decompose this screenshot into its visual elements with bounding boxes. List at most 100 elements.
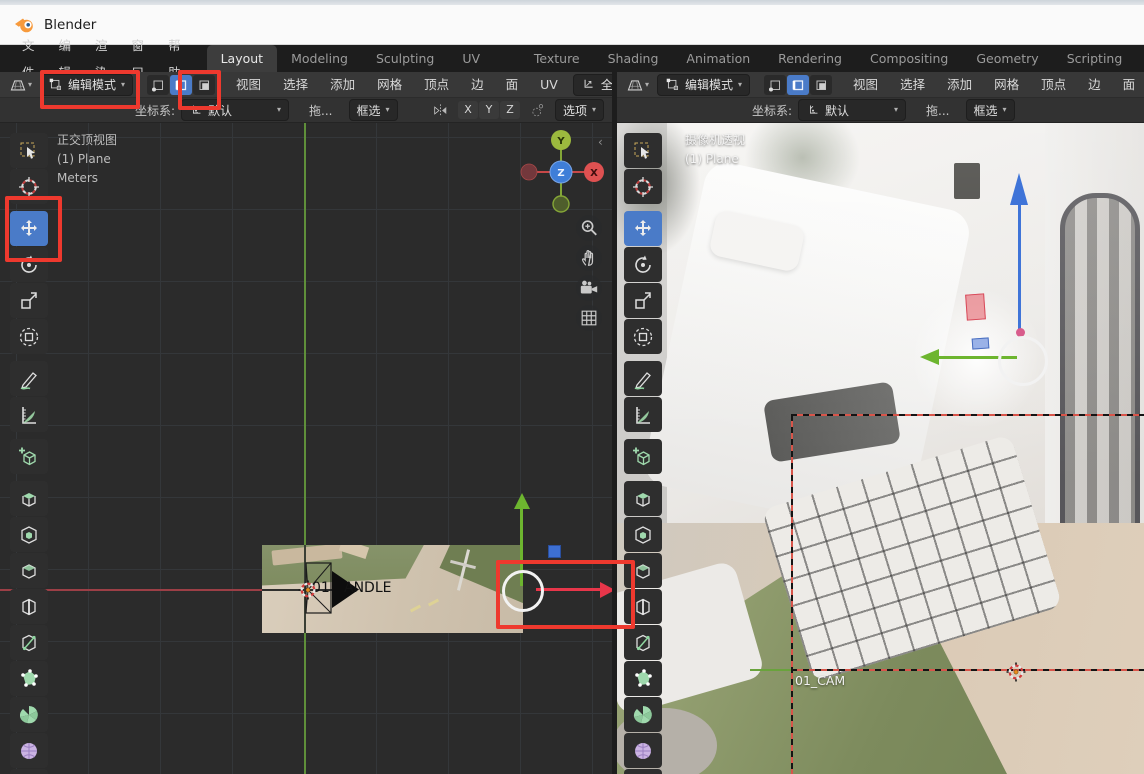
tool-loop-cut-button[interactable] [10, 589, 48, 624]
tool-move-button[interactable] [624, 211, 662, 246]
viewport-menu[interactable]: 网格 [983, 72, 1030, 98]
workspace-tab[interactable]: Animation [672, 45, 764, 72]
tool-inset-faces-button[interactable] [624, 517, 662, 552]
mirror-button[interactable] [429, 100, 452, 121]
editor-type-button[interactable]: ▾ [623, 74, 652, 96]
viewport-menu[interactable]: 边 [1077, 72, 1112, 98]
box-select-dropdown[interactable]: 框选 ▾ [966, 99, 1015, 121]
edge-select-button[interactable] [170, 75, 192, 95]
coord-system-dropdown[interactable]: 默认 ▾ [181, 99, 289, 121]
tool-transform-button[interactable] [10, 319, 48, 354]
move-gizmo-x-axis[interactable] [536, 588, 602, 591]
tool-add-cube-button[interactable] [624, 439, 662, 474]
workspace-tab[interactable]: Layout [207, 45, 278, 72]
edit-mode-dropdown[interactable]: 编辑模式 ▾ [40, 74, 133, 96]
viewport-menu[interactable]: 边 [460, 72, 495, 98]
viewport-menu[interactable]: 添加 [936, 72, 983, 98]
tool-select-box-button[interactable] [624, 133, 662, 168]
tool-extrude-region-button[interactable] [10, 481, 48, 516]
tool-spin-button[interactable] [624, 697, 662, 732]
navigation-gizmo[interactable]: Y X Z [516, 127, 606, 217]
viewport-menu[interactable]: UV [529, 72, 569, 98]
viewport-menu[interactable]: 顶点 [1030, 72, 1077, 98]
tool-annotate-button[interactable] [10, 361, 48, 396]
axis-toggle[interactable]: X [458, 101, 478, 119]
tool-edge-slide-button[interactable] [624, 769, 662, 774]
move-gizmo-y-arrowhead[interactable] [920, 349, 939, 365]
tool-rotate-button[interactable] [624, 247, 662, 282]
tool-annotate-button[interactable] [624, 361, 662, 396]
move-gizmo-y-arrowhead[interactable] [514, 493, 530, 509]
viewport-menu[interactable]: 添加 [319, 72, 366, 98]
axis-neg-x-ball[interactable] [521, 164, 537, 180]
tool-scale-button[interactable] [10, 283, 48, 318]
move-gizmo-center-circle[interactable] [502, 570, 544, 612]
grid-ortho-button[interactable] [576, 305, 602, 331]
camera-view-button[interactable] [576, 275, 602, 301]
move-gizmo-z-axis[interactable] [1018, 203, 1021, 336]
box-select-dropdown[interactable]: 框选 ▾ [349, 99, 398, 121]
pan-button[interactable] [576, 245, 602, 271]
options-dropdown[interactable]: 选项 ▾ [555, 99, 604, 121]
tool-edge-slide-button[interactable] [10, 769, 48, 774]
transform-orientation-dropdown[interactable]: 全局 ▾ [573, 74, 612, 96]
coord-system-dropdown[interactable]: 默认 ▾ [798, 99, 906, 121]
tool-measure-button[interactable] [624, 397, 662, 432]
move-gizmo-x-arrowhead[interactable] [600, 582, 612, 598]
tool-cursor-button[interactable] [10, 169, 48, 204]
sidebar-collapse-arrow[interactable]: ‹ [598, 135, 603, 149]
tool-smooth-button[interactable] [10, 733, 48, 768]
axis-toggle[interactable]: Y [479, 101, 499, 119]
proportional-edit-button[interactable] [526, 100, 549, 121]
tool-smooth-button[interactable] [624, 733, 662, 768]
workspace-tab[interactable]: Shading [594, 45, 673, 72]
move-gizmo-plane-handle-blue[interactable] [972, 337, 990, 349]
tool-inset-faces-button[interactable] [10, 517, 48, 552]
tool-poly-build-button[interactable] [10, 661, 48, 696]
tool-measure-button[interactable] [10, 397, 48, 432]
move-gizmo-z-arrowhead[interactable] [1010, 173, 1028, 205]
tool-bevel-button[interactable] [624, 553, 662, 588]
edit-mode-dropdown[interactable]: 编辑模式 ▾ [657, 74, 750, 96]
tool-rotate-button[interactable] [10, 247, 48, 282]
move-gizmo-plane-handle[interactable] [548, 545, 561, 558]
tool-spin-button[interactable] [10, 697, 48, 732]
edge-select-button[interactable] [787, 75, 809, 95]
tool-cursor-button[interactable] [624, 169, 662, 204]
viewport-menu[interactable]: 视图 [225, 72, 272, 98]
tool-bevel-button[interactable] [10, 553, 48, 588]
tool-knife-button[interactable] [10, 625, 48, 660]
tool-scale-button[interactable] [624, 283, 662, 318]
editor-type-button[interactable]: ▾ [6, 74, 35, 96]
zoom-button[interactable] [576, 215, 602, 241]
vertex-select-button[interactable] [147, 75, 169, 95]
workspace-tab[interactable]: Sculpting [362, 45, 448, 72]
tool-knife-button[interactable] [624, 625, 662, 660]
viewport-menu[interactable]: 选择 [272, 72, 319, 98]
axis-toggle[interactable]: Z [500, 101, 520, 119]
tool-poly-build-button[interactable] [624, 661, 662, 696]
tool-add-cube-button[interactable] [10, 439, 48, 474]
workspace-tab[interactable]: UV Editing [448, 45, 520, 72]
tool-loop-cut-button[interactable] [624, 589, 662, 624]
viewport-menu[interactable]: 面 [495, 72, 530, 98]
move-gizmo-plane-handle-red[interactable] [965, 293, 986, 320]
viewport-menu[interactable]: 视图 [842, 72, 889, 98]
viewport-menu[interactable]: 顶点 [413, 72, 460, 98]
axis-neg-y-ball[interactable] [553, 196, 569, 212]
workspace-tab[interactable]: Modeling [277, 45, 362, 72]
workspace-tab[interactable]: Scripting [1053, 45, 1137, 72]
workspace-tab[interactable]: Texture Paint [520, 45, 594, 72]
left-viewport-canvas[interactable]: 正交顶视图 (1) Plane Meters Y X Z ‹ [0, 123, 612, 774]
viewport-menu[interactable]: 选择 [889, 72, 936, 98]
viewport-menu[interactable]: 网格 [366, 72, 413, 98]
workspace-tab[interactable]: Geometry Nodes [962, 45, 1052, 72]
face-select-button[interactable] [193, 75, 215, 95]
tool-move-button[interactable] [10, 211, 48, 246]
move-gizmo-center-circle[interactable] [998, 336, 1048, 386]
add-workspace-button[interactable]: + [1136, 45, 1144, 72]
drag-label[interactable]: 拖... [926, 102, 949, 119]
drag-label[interactable]: 拖... [309, 102, 332, 119]
viewport-menu[interactable]: 面 [1112, 72, 1144, 98]
right-viewport-canvas[interactable]: 摄像机透视 (1) Plane 01_CAM [617, 123, 1144, 774]
